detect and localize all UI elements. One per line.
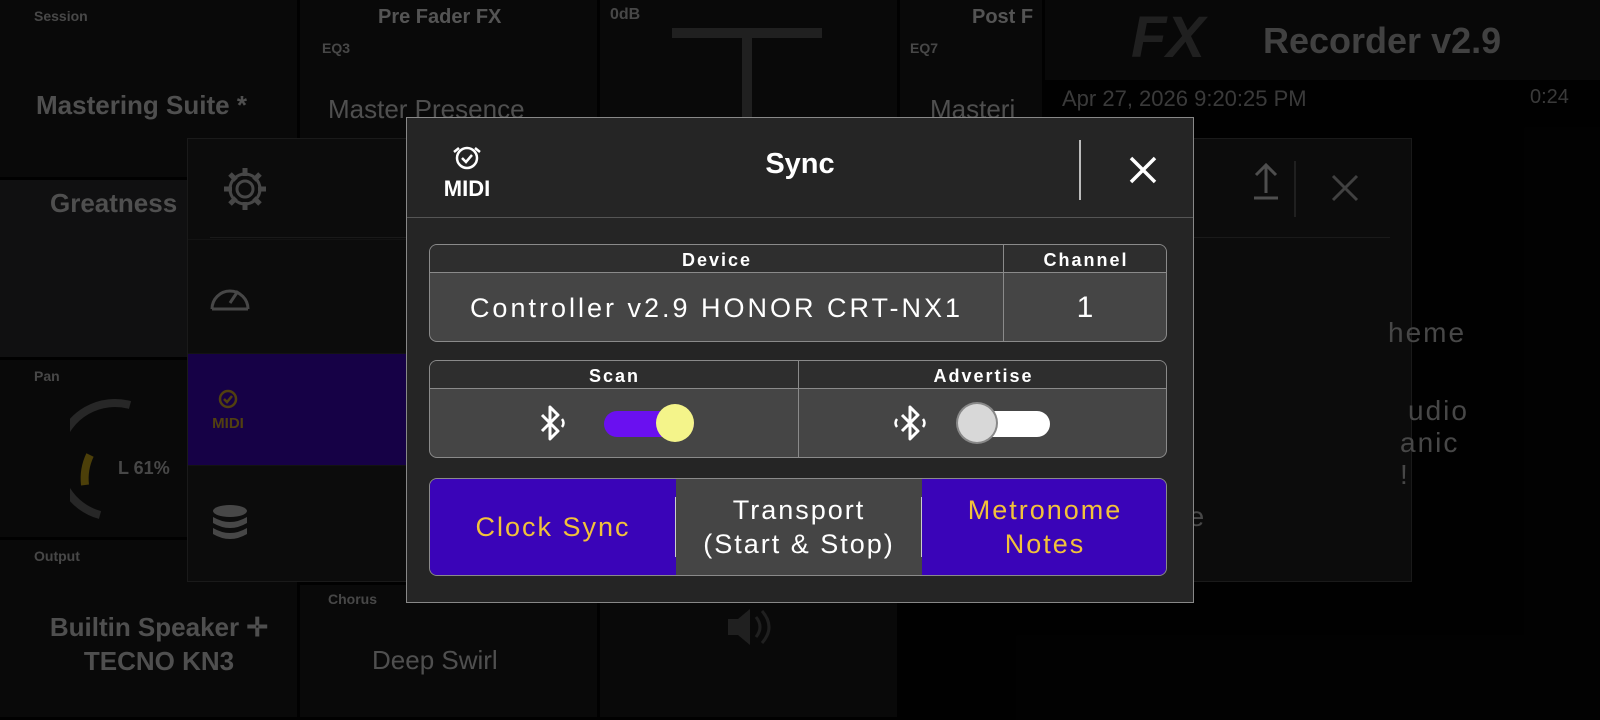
speaker-icon: [728, 609, 771, 645]
scan-toggle-knob: [656, 404, 694, 442]
device-channel-box: Device Channel Controller v2.9 HONOR CRT…: [429, 244, 1167, 342]
session-name: Mastering Suite *: [36, 90, 247, 120]
app-name: Recorder v2.9: [1263, 20, 1502, 61]
prefader-label: Pre Fader FX: [378, 6, 502, 28]
close-icon[interactable]: [1115, 142, 1171, 198]
metronome-notes-button[interactable]: Metronome Notes: [922, 479, 1166, 575]
sync-dialog-header: MIDI Sync: [407, 118, 1193, 218]
postfader-label: Post F: [972, 6, 1034, 28]
fader-handle[interactable]: [672, 28, 822, 38]
eq-label-1: EQ3: [322, 40, 351, 56]
device-label: Device: [430, 245, 1004, 273]
advertise-toggle-knob: [958, 404, 996, 442]
settings-item-storage[interactable]: [188, 465, 408, 575]
datetime: Apr 27, 2026 9:20:25 PM: [1062, 86, 1307, 111]
elapsed-time: 0:24: [1530, 86, 1569, 108]
settings-item-panic: anic !: [1400, 427, 1460, 490]
song-title: Greatness: [50, 188, 178, 218]
output-label: Output: [34, 548, 80, 564]
chorus-preset: Deep Swirl: [372, 645, 498, 675]
transport-button[interactable]: Transport (Start & Stop): [676, 479, 922, 575]
sync-dialog-title: Sync: [765, 148, 835, 180]
speedometer-icon: [210, 289, 250, 311]
svg-text:MIDI: MIDI: [212, 415, 244, 432]
sync-options-box: Clock Sync Transport (Start & Stop) Metr…: [429, 478, 1167, 576]
db-label: 0dB: [610, 6, 641, 23]
settings-item-midi[interactable]: MIDI: [188, 353, 408, 465]
device-value[interactable]: Controller v2.9 HONOR CRT-NX1: [430, 275, 1003, 341]
header-divider: [1079, 140, 1081, 200]
app-header: FX Recorder v2.9: [1045, 0, 1600, 80]
eq-label-2: EQ7: [910, 40, 939, 56]
pan-label: Pan: [34, 368, 60, 384]
bluetooth-scan-icon: [540, 405, 565, 441]
chorus-cell[interactable]: Chorus Deep Swirl: [300, 585, 600, 720]
fader-track: [742, 38, 752, 118]
session-label: Session: [34, 8, 88, 24]
scan-advertise-box: Scan Advertise: [429, 360, 1167, 458]
bluetooth-advertise-icon: [894, 405, 926, 441]
scan-toggle[interactable]: [604, 404, 694, 442]
midi-sync-icon: MIDI: [212, 389, 244, 432]
database-icon: [213, 505, 247, 539]
scan-advertise-separator: [798, 361, 799, 457]
settings-item-audio: udio: [1408, 395, 1469, 426]
advertise-toggle[interactable]: [958, 404, 1050, 442]
settings-close-icon[interactable]: [1330, 173, 1360, 203]
scan-label: Scan: [430, 361, 799, 389]
sync-dialog: MIDI Sync Device Channel Controller v2.9…: [406, 117, 1194, 603]
settings-item-performance[interactable]: [188, 239, 408, 349]
upload-icon[interactable]: [1252, 161, 1280, 201]
pan-value: L 61%: [118, 458, 170, 478]
app-logo: FX: [1131, 5, 1206, 70]
output-device: Builtin Speaker ✛ TECNO KN3: [49, 612, 269, 676]
clock-sync-button[interactable]: Clock Sync: [430, 479, 676, 575]
channel-label: Channel: [1004, 245, 1166, 273]
chorus-label: Chorus: [328, 591, 377, 607]
advertise-label: Advertise: [799, 361, 1166, 389]
settings-header-divider: [1294, 161, 1296, 217]
settings-item-theme: heme: [1388, 317, 1467, 348]
gear-icon[interactable]: [220, 164, 270, 214]
channel-value[interactable]: 1: [1004, 275, 1166, 341]
